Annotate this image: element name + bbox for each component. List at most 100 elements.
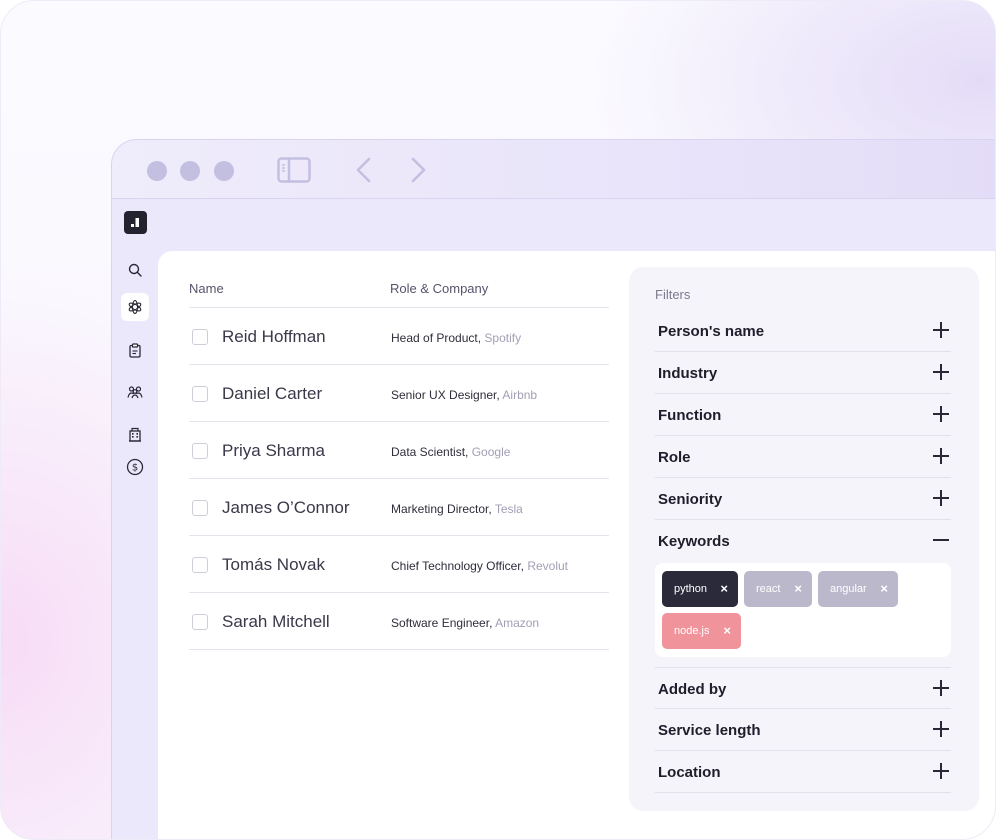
ai-sparkle-icon[interactable] [121, 293, 149, 321]
keywords-container: python × react × angular × node.js × [655, 563, 951, 657]
table-row[interactable]: Reid Hoffman Head of Product, Spotify [189, 308, 609, 365]
browser-window: $ Name Role & Company Reid Hoffman Head … [111, 139, 995, 839]
filter-label: Service length [658, 722, 761, 739]
row-checkbox[interactable] [192, 500, 208, 516]
filter-label: Keywords [658, 533, 730, 550]
remove-keyword-icon[interactable]: × [723, 623, 731, 639]
role-text: Head of Product [391, 331, 478, 345]
person-role-company: Marketing Director, Tesla [391, 502, 523, 516]
building-icon[interactable] [121, 420, 149, 448]
keyword-label: python [674, 583, 708, 595]
plus-icon[interactable] [933, 322, 949, 338]
company-text[interactable]: Spotify [484, 331, 521, 345]
filter-industry[interactable]: Industry [655, 352, 951, 394]
remove-keyword-icon[interactable]: × [720, 581, 728, 597]
role-text: Data Scientist [391, 445, 466, 459]
role-text: Software Engineer [391, 616, 490, 630]
plus-icon[interactable] [933, 448, 949, 464]
people-icon[interactable] [121, 378, 149, 406]
person-role-company: Senior UX Designer, Airbnb [391, 388, 538, 402]
row-checkbox[interactable] [192, 614, 208, 630]
keyword-chip[interactable]: react × [744, 571, 812, 607]
back-arrow-icon[interactable] [355, 157, 373, 183]
plus-icon[interactable] [933, 490, 949, 506]
keyword-chip[interactable]: angular × [818, 571, 898, 607]
filter-persons-name[interactable]: Person's name [655, 310, 951, 352]
app-top-bar [112, 199, 995, 251]
filter-label: Seniority [658, 491, 723, 508]
filter-label: Added by [658, 681, 727, 698]
keyword-chip[interactable]: node.js × [662, 613, 741, 649]
filter-location[interactable]: Location [655, 751, 951, 793]
column-header-name[interactable]: Name [189, 281, 224, 296]
person-role-company: Chief Technology Officer, Revolut [391, 559, 568, 573]
table-row[interactable]: Priya Sharma Data Scientist, Google [189, 422, 609, 479]
person-name[interactable]: Priya Sharma [222, 441, 325, 461]
role-text: Senior UX Designer [391, 388, 497, 402]
table-row[interactable]: James O’Connor Marketing Director, Tesla [189, 479, 609, 536]
keyword-label: angular [830, 583, 867, 595]
sidebar-nav: $ [112, 251, 158, 839]
table-row[interactable]: Tomás Novak Chief Technology Officer, Re… [189, 536, 609, 593]
keyword-chip[interactable]: python × [662, 571, 738, 607]
sidebar-toggle-icon[interactable] [277, 157, 311, 183]
filter-role[interactable]: Role [655, 436, 951, 478]
filter-seniority[interactable]: Seniority [655, 478, 951, 520]
person-name[interactable]: Reid Hoffman [222, 327, 326, 347]
plus-icon[interactable] [933, 721, 949, 737]
role-text: Marketing Director [391, 502, 489, 516]
row-checkbox[interactable] [192, 329, 208, 345]
plus-icon[interactable] [933, 364, 949, 380]
row-checkbox[interactable] [192, 557, 208, 573]
company-text[interactable]: Amazon [495, 616, 539, 630]
column-header-role-company[interactable]: Role & Company [390, 281, 488, 296]
filter-added-by[interactable]: Added by [655, 667, 951, 709]
person-name[interactable]: Sarah Mitchell [222, 612, 330, 632]
window-dot-icon[interactable] [180, 161, 200, 181]
table-row[interactable]: Sarah Mitchell Software Engineer, Amazon [189, 593, 609, 650]
filter-service-length[interactable]: Service length [655, 709, 951, 751]
table-row[interactable]: Daniel Carter Senior UX Designer, Airbnb [189, 365, 609, 422]
plus-icon[interactable] [933, 763, 949, 779]
person-name[interactable]: Daniel Carter [222, 384, 322, 404]
window-dot-icon[interactable] [214, 161, 234, 181]
main-content: Name Role & Company Reid Hoffman Head of… [158, 251, 995, 839]
remove-keyword-icon[interactable]: × [880, 581, 888, 597]
keyword-label: node.js [674, 625, 710, 637]
background-frame: $ Name Role & Company Reid Hoffman Head … [0, 0, 996, 840]
dollar-icon[interactable]: $ [121, 453, 149, 481]
forward-arrow-icon[interactable] [409, 157, 427, 183]
filters-panel: Filters Person's name Industry Function … [629, 267, 979, 811]
row-checkbox[interactable] [192, 386, 208, 402]
filters-title: Filters [655, 287, 691, 302]
company-text[interactable]: Revolut [527, 559, 568, 573]
person-role-company: Data Scientist, Google [391, 445, 511, 459]
filter-label: Location [658, 764, 721, 781]
role-text: Chief Technology Officer [391, 559, 521, 573]
plus-icon[interactable] [933, 406, 949, 422]
remove-keyword-icon[interactable]: × [794, 581, 802, 597]
window-dot-icon[interactable] [147, 161, 167, 181]
filter-label: Person's name [658, 323, 765, 340]
minus-icon[interactable] [933, 532, 949, 548]
filter-function[interactable]: Function [655, 394, 951, 436]
search-icon[interactable] [121, 256, 149, 284]
row-checkbox[interactable] [192, 443, 208, 459]
app-logo-icon[interactable] [124, 211, 147, 234]
person-role-company: Head of Product, Spotify [391, 331, 522, 345]
filter-label: Industry [658, 365, 718, 382]
person-role-company: Software Engineer, Amazon [391, 616, 540, 630]
svg-text:$: $ [132, 463, 138, 474]
person-name[interactable]: Tomás Novak [222, 555, 325, 575]
person-name[interactable]: James O’Connor [222, 498, 350, 518]
company-text[interactable]: Google [472, 445, 511, 459]
keyword-label: react [756, 583, 781, 595]
clipboard-icon[interactable] [121, 336, 149, 364]
filter-label: Role [658, 449, 691, 466]
filter-keywords[interactable]: Keywords [655, 520, 951, 562]
title-bar [112, 140, 995, 199]
company-text[interactable]: Tesla [495, 502, 523, 516]
filter-label: Function [658, 407, 722, 424]
plus-icon[interactable] [933, 680, 949, 696]
company-text[interactable]: Airbnb [502, 388, 537, 402]
